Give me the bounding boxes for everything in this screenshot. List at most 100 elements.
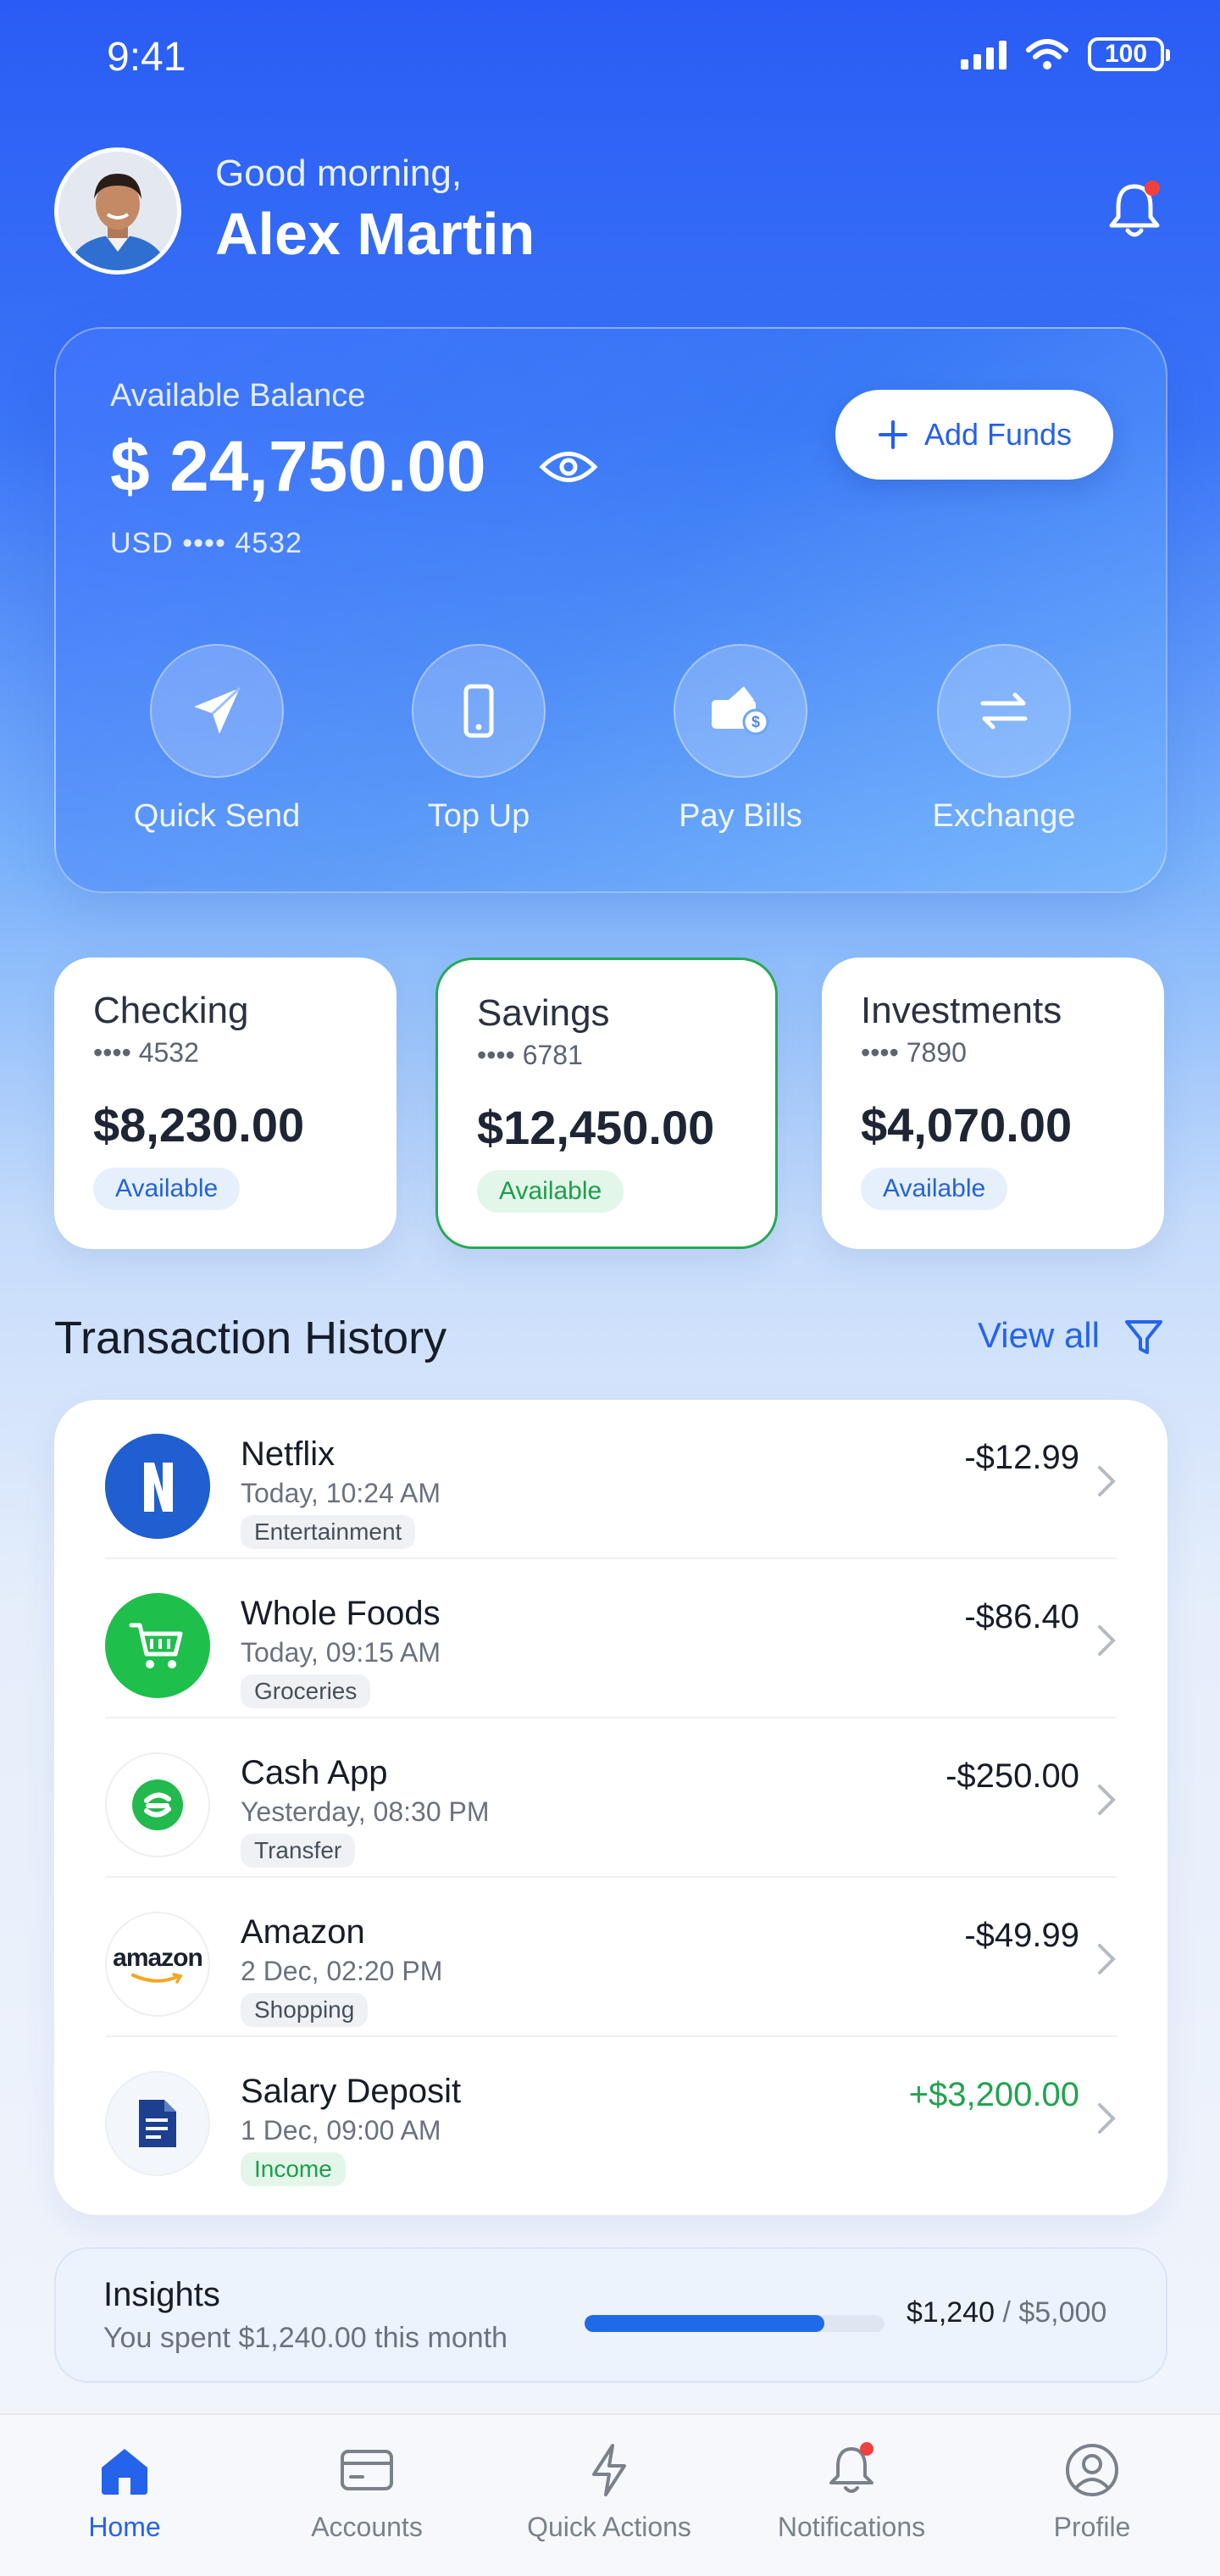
signal-icon xyxy=(961,39,1006,69)
transaction-date: 2 Dec, 02:20 PM xyxy=(241,1956,443,1986)
account-name: Savings xyxy=(477,992,610,1034)
nav-home[interactable]: Home xyxy=(27,2440,222,2543)
chevron-right-icon xyxy=(1098,2103,1116,2134)
account-balance: $4,070.00 xyxy=(861,1098,1073,1152)
account-number: •••• 6781 xyxy=(477,1040,583,1070)
nav-accounts[interactable]: Accounts xyxy=(269,2440,464,2543)
cash-app-icon xyxy=(105,1752,210,1857)
account-name: Investments xyxy=(861,990,1062,1031)
spending-limit: / $5,000 xyxy=(1002,2296,1107,2329)
spending-value: $1,240 / $5,000 xyxy=(907,2296,1106,2329)
bolt-icon xyxy=(592,2444,626,2496)
account-card-investments[interactable]: Investments •••• 7890 $4,070.00 Availabl… xyxy=(822,958,1164,1249)
nav-quick-actions[interactable]: Quick Actions xyxy=(512,2440,707,2543)
chevron-right-icon xyxy=(1098,1944,1116,1974)
cart-icon xyxy=(105,1593,210,1698)
account-card-savings[interactable]: Savings •••• 6781 $12,450.00 Available xyxy=(435,958,778,1249)
account-card-checking[interactable]: Checking •••• 4532 $8,230.00 Available xyxy=(54,958,396,1249)
notification-dot xyxy=(1145,180,1160,196)
battery-level: 100 xyxy=(1104,40,1148,68)
view-all-link[interactable]: View all xyxy=(978,1315,1100,1356)
nav-label: Home xyxy=(88,2512,161,2542)
insights-title: Insights xyxy=(103,2276,220,2313)
avatar[interactable] xyxy=(54,147,181,275)
nav-label: Quick Actions xyxy=(527,2512,691,2542)
spending-progress-fill xyxy=(585,2315,825,2332)
bell-icon xyxy=(829,2442,873,2493)
pay-bills-button[interactable]: $ Pay Bills xyxy=(647,644,834,835)
battery-icon: 100 xyxy=(1088,37,1170,71)
transaction-amount: -$86.40 xyxy=(964,1598,1079,1635)
transaction-row-salary-deposit[interactable]: Salary Deposit 1 Dec, 09:00 AM Income +$… xyxy=(105,2037,1117,2196)
chevron-right-icon xyxy=(1098,1785,1116,1815)
quick-send-label: Quick Send xyxy=(133,798,301,834)
nav-label: Profile xyxy=(1053,2512,1131,2542)
account-status-badge: Available xyxy=(93,1168,241,1210)
transaction-row-cash-app[interactable]: Cash App Yesterday, 08:30 PM Transfer -$… xyxy=(105,1718,1117,1878)
send-icon xyxy=(194,686,241,734)
avatar-photo xyxy=(58,152,177,270)
transaction-date: 1 Dec, 09:00 AM xyxy=(241,2115,441,2146)
transaction-amount: -$250.00 xyxy=(946,1757,1079,1795)
top-up-button[interactable]: Top Up xyxy=(385,644,572,835)
card-icon xyxy=(341,2450,393,2490)
exchange-label: Exchange xyxy=(932,798,1076,834)
notification-dot xyxy=(860,2442,873,2456)
transaction-name: Salary Deposit xyxy=(241,2073,462,2110)
transaction-row-amazon[interactable]: amazon Amazon 2 Dec, 02:20 PM Shopping -… xyxy=(105,1878,1117,2037)
plus-icon xyxy=(878,420,907,449)
account-number: •••• 7890 xyxy=(861,1037,967,1068)
balance-label: Available Balance xyxy=(110,378,366,414)
transaction-category: Entertainment xyxy=(241,1515,416,1549)
chevron-right-icon xyxy=(1098,1466,1116,1496)
eye-icon[interactable] xyxy=(539,446,598,488)
wifi-icon xyxy=(1026,39,1068,69)
phone-icon xyxy=(463,684,494,738)
transaction-name: Cash App xyxy=(241,1754,388,1791)
transaction-date: Today, 09:15 AM xyxy=(241,1637,441,1668)
exchange-icon xyxy=(980,692,1028,730)
add-funds-button[interactable]: Add Funds xyxy=(835,390,1113,480)
transaction-row-netflix[interactable]: Netflix Today, 10:24 AM Entertainment -$… xyxy=(105,1400,1117,1559)
transaction-category: Groceries xyxy=(241,1674,371,1708)
nav-label: Notifications xyxy=(777,2512,926,2542)
balance-account-number: USD •••• 4532 xyxy=(110,527,302,559)
account-balance: $8,230.00 xyxy=(93,1098,305,1152)
spent-amount: $1,240 xyxy=(907,2296,995,2329)
transaction-date: Today, 10:24 AM xyxy=(241,1478,441,1508)
home-icon xyxy=(102,2449,147,2495)
account-number: •••• 4532 xyxy=(93,1037,199,1068)
status-time: 9:41 xyxy=(107,35,186,80)
notifications-bell-icon[interactable] xyxy=(1105,178,1164,242)
nav-notifications[interactable]: Notifications xyxy=(754,2440,949,2543)
account-status-badge: Available xyxy=(861,1168,1008,1210)
insights-subtitle: You spent $1,240.00 this month xyxy=(103,2322,507,2354)
transaction-name: Amazon xyxy=(241,1913,365,1951)
nav-profile[interactable]: Profile xyxy=(995,2440,1190,2543)
quick-send-button[interactable]: Quick Send xyxy=(124,644,310,835)
transaction-list: Netflix Today, 10:24 AM Entertainment -$… xyxy=(54,1400,1167,2215)
amazon-logo: amazon xyxy=(105,1912,210,2017)
add-funds-label: Add Funds xyxy=(923,417,1073,452)
transaction-amount: +$3,200.00 xyxy=(908,2076,1079,2113)
transaction-name: Whole Foods xyxy=(241,1595,441,1632)
transaction-category: Income xyxy=(241,2152,346,2186)
transaction-date: Yesterday, 08:30 PM xyxy=(241,1796,490,1827)
svg-text:$: $ xyxy=(751,713,760,730)
bills-icon: $ xyxy=(712,686,769,736)
document-icon xyxy=(105,2071,210,2176)
netflix-logo xyxy=(105,1434,210,1539)
filter-icon[interactable] xyxy=(1123,1317,1164,1357)
nav-label: Accounts xyxy=(311,2512,423,2542)
account-status-badge: Available xyxy=(477,1170,624,1213)
user-name: Alex Martin xyxy=(215,201,535,267)
chevron-right-icon xyxy=(1098,1625,1116,1656)
balance-amount: $ 24,750.00 xyxy=(110,426,486,506)
account-balance: $12,450.00 xyxy=(477,1101,715,1154)
exchange-button[interactable]: Exchange xyxy=(911,644,1097,835)
transaction-amount: -$12.99 xyxy=(964,1439,1079,1476)
transaction-row-whole-foods[interactable]: Whole Foods Today, 09:15 AM Groceries -$… xyxy=(105,1559,1117,1718)
amazon-logo-text: amazon xyxy=(113,1944,203,1972)
pay-bills-label: Pay Bills xyxy=(679,798,802,834)
transaction-category: Shopping xyxy=(241,1993,369,2027)
